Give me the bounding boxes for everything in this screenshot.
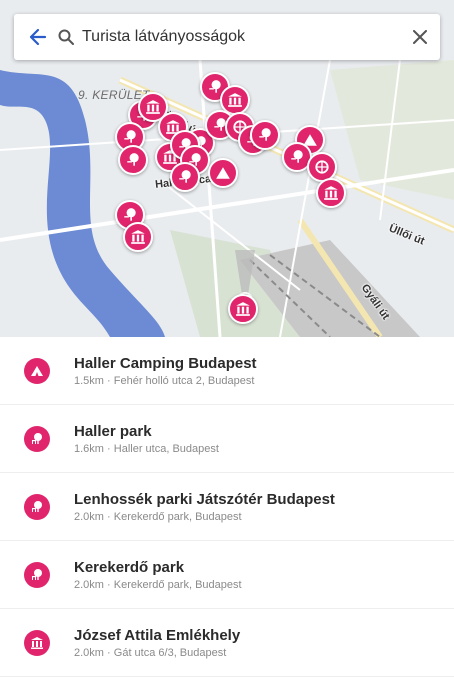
- search-input[interactable]: Turista látványosságok: [76, 28, 400, 46]
- map-view[interactable]: 9. KERÜLET Üllői út Haller utca Üllői út…: [0, 0, 454, 337]
- result-item[interactable]: Haller Camping Budapest 1.5km · Fehér ho…: [0, 337, 454, 405]
- result-distance: 2.0km: [74, 510, 104, 523]
- close-icon: [413, 30, 427, 44]
- park-icon: [24, 561, 50, 588]
- search-bar[interactable]: Turista látványosságok: [14, 14, 440, 60]
- result-title: Haller park: [74, 422, 152, 440]
- result-item[interactable]: Lenhossék parki Játszótér Budapest 2.0km…: [0, 473, 454, 541]
- result-address: Fehér holló utca 2, Budapest: [113, 374, 255, 387]
- result-title: Kerekerdő park: [74, 558, 185, 576]
- map-pin-park[interactable]: [250, 120, 280, 150]
- separator: ·: [107, 374, 111, 387]
- result-item[interactable]: József Attila Emlékhely 2.0km · Gát utca…: [0, 609, 454, 677]
- map-pin-park[interactable]: [118, 145, 148, 175]
- result-address: Kerekerdő park, Budapest: [113, 578, 242, 591]
- results-list: Haller Camping Budapest 1.5km · Fehér ho…: [0, 337, 454, 677]
- result-title: Lenhossék parki Játszótér Budapest: [74, 490, 335, 508]
- result-title: József Attila Emlékhely: [74, 626, 241, 644]
- camping-icon: [24, 357, 50, 384]
- result-distance: 2.0km: [74, 578, 104, 591]
- clear-search-button[interactable]: [400, 14, 440, 60]
- result-distance: 2.0km: [74, 646, 104, 659]
- back-arrow-icon: [29, 28, 47, 46]
- search-icon: [56, 14, 76, 60]
- separator: ·: [107, 578, 111, 591]
- result-distance: 1.6km: [74, 442, 104, 455]
- map-pin-museum[interactable]: [316, 178, 346, 208]
- result-distance: 1.5km: [74, 374, 104, 387]
- separator: ·: [107, 442, 111, 455]
- separator: ·: [107, 510, 111, 523]
- result-address: Kerekerdő park, Budapest: [113, 510, 242, 523]
- result-address: Gát utca 6/3, Budapest: [113, 646, 227, 659]
- result-item[interactable]: Kerekerdő park 2.0km · Kerekerdő park, B…: [0, 541, 454, 609]
- result-title: Haller Camping Budapest: [74, 354, 257, 372]
- result-address: Haller utca, Budapest: [113, 442, 219, 455]
- map-pin-park[interactable]: [170, 162, 200, 192]
- result-item[interactable]: Haller park 1.6km · Haller utca, Budapes…: [0, 405, 454, 473]
- park-icon: [24, 493, 50, 520]
- map-pin-camping[interactable]: [208, 158, 238, 188]
- museum-icon: [24, 629, 50, 656]
- map-pin-museum[interactable]: [123, 222, 153, 252]
- separator: ·: [107, 646, 111, 659]
- park-icon: [24, 425, 50, 452]
- back-button[interactable]: [20, 14, 56, 60]
- map-pin-museum[interactable]: [228, 294, 258, 324]
